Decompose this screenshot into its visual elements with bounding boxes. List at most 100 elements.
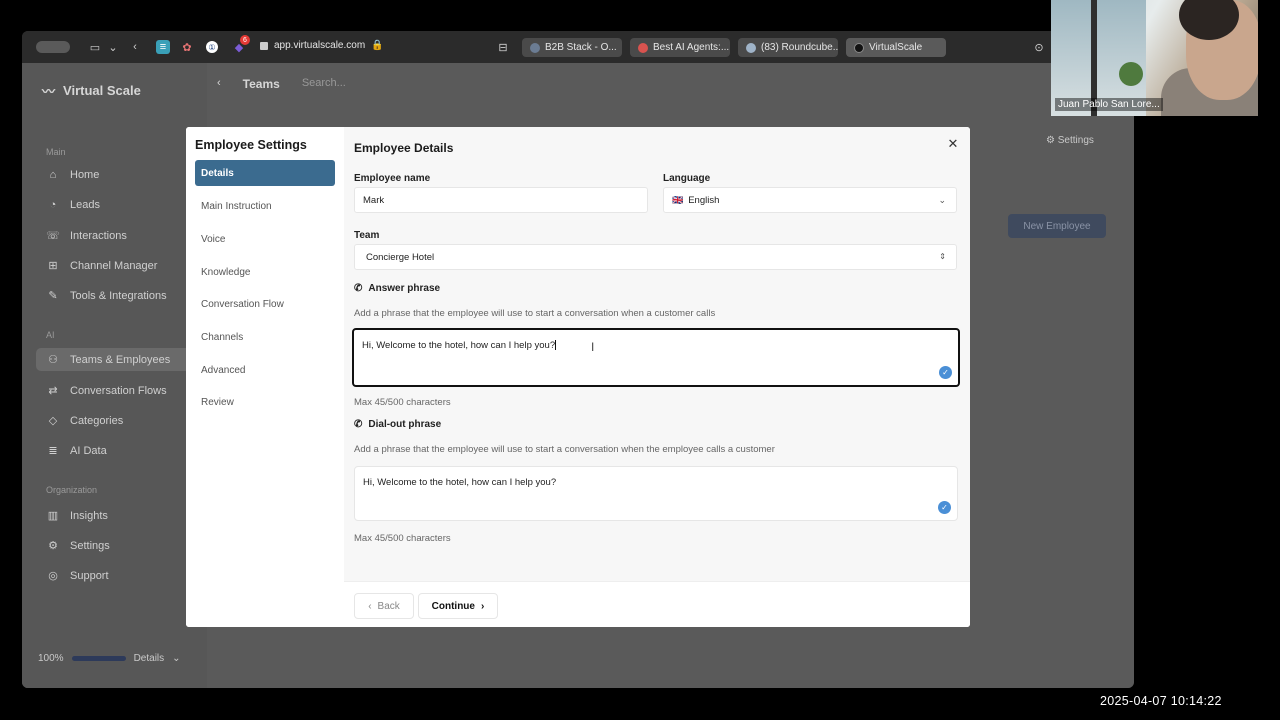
answer-phrase-value: Hi, Welcome to the hotel, how can I help… [362, 340, 556, 351]
team-select[interactable]: Concierge Hotel ⇕ [354, 244, 957, 270]
sidebar-item-settings[interactable]: ⚙ Settings [46, 539, 196, 553]
ibeam-cursor-icon: I [591, 340, 595, 354]
sidebar-toggle-icon[interactable]: ▭ [88, 40, 102, 54]
home-icon: ⌂ [49, 169, 57, 181]
close-icon[interactable]: ✕ [946, 137, 960, 151]
sidebar-item-label: Conversation Flows [70, 384, 167, 397]
chevron-down-icon: ⌄ [938, 195, 946, 205]
sidebar-item-categories[interactable]: ◇ Categories [46, 414, 196, 428]
answer-phrase-header: ✆ Answer phrase [354, 283, 440, 294]
gear-icon: ⚙ [48, 540, 58, 552]
continue-button[interactable]: Continue › [418, 593, 498, 619]
url-text: app.virtualscale.com [274, 40, 366, 51]
step-voice[interactable]: Voice [195, 226, 335, 252]
sidebar-item-insights[interactable]: ▥ Insights [46, 509, 196, 523]
support-icon: ◎ [48, 570, 58, 582]
dialout-phrase-textarea[interactable]: Hi, Welcome to the hotel, how can I help… [354, 466, 958, 521]
answer-phrase-textarea[interactable]: Hi, Welcome to the hotel, how can I help… [352, 328, 960, 387]
dialout-phrase-help: Add a phrase that the employee will use … [354, 444, 775, 455]
answer-phrase-label: Answer phrase [368, 283, 441, 294]
step-main-instruction[interactable]: Main Instruction [195, 193, 335, 219]
logo-text: Virtual Scale [63, 83, 141, 98]
browser-toolbar: ▭ ⌄ ‹ ≡ ✿ ① ◆ 6 app.virtualscale.com 🔒 ⊟… [22, 31, 1134, 63]
download-icon[interactable]: ⊙ [1032, 40, 1046, 54]
chevron-left-icon: ‹ [368, 600, 372, 612]
interactions-icon: ☏ [46, 230, 60, 242]
chevron-down-icon: ⌄ [172, 653, 181, 664]
sidebar-item-channel-manager[interactable]: ⊞ Channel Manager [46, 259, 196, 273]
sidebar-item-label: Insights [70, 509, 108, 522]
extension-icon[interactable]: ✿ [180, 40, 194, 54]
sidebar-item-support[interactable]: ◎ Support [46, 569, 196, 583]
step-conversation-flow[interactable]: Conversation Flow [195, 291, 335, 317]
sidebar-item-interactions[interactable]: ☏ Interactions [46, 229, 196, 243]
back-button[interactable]: ‹ Back [354, 593, 414, 619]
team-label: Team [354, 230, 380, 241]
password-manager-icon[interactable]: ① [206, 41, 218, 53]
extension-icon[interactable]: ≡ [156, 40, 170, 54]
sidebar-item-label: AI Data [70, 444, 107, 457]
browser-tab[interactable]: B2B Stack - O... [522, 38, 622, 57]
dialout-phrase-label: Dial-out phrase [368, 419, 442, 430]
page-title: Teams [242, 77, 280, 91]
phone-incoming-icon: ✆ [354, 283, 363, 294]
employee-name-value: Mark [363, 194, 385, 206]
tab-favicon-icon [530, 42, 540, 53]
zoom-control[interactable]: 100% Details ⌄ [38, 653, 181, 664]
reader-icon[interactable]: ⊟ [496, 40, 510, 54]
chevron-down-icon[interactable]: ⌄ [106, 40, 120, 54]
dialout-phrase-value: Hi, Welcome to the hotel, how can I help… [363, 477, 557, 488]
step-review[interactable]: Review [195, 389, 335, 415]
tab-label: Best AI Agents:... [653, 42, 730, 53]
back-arrow-icon[interactable]: ‹ [128, 40, 142, 54]
check-icon: ✓ [939, 366, 952, 379]
leads-icon: ◔ [49, 199, 57, 211]
browser-tab-active[interactable]: VirtualScale [846, 38, 946, 57]
step-channels[interactable]: Channels [195, 324, 335, 350]
zoom-bar [71, 656, 126, 661]
sidebar-item-label: Settings [70, 539, 110, 552]
sidebar-item-flows[interactable]: ⇄ Conversation Flows [46, 384, 196, 398]
tab-label: B2B Stack - O... [545, 42, 617, 53]
language-select[interactable]: 🇬🇧 English ⌄ [663, 187, 957, 213]
answer-phrase-count: Max 45/500 characters [354, 397, 451, 408]
employee-name-label: Employee name [354, 173, 431, 184]
step-details[interactable]: Details [195, 160, 335, 186]
modal-footer: ‹ Back Continue › [344, 581, 970, 627]
section-label: AI [46, 330, 55, 340]
language-value: English [688, 194, 720, 206]
employee-settings-modal: Employee Settings Details Main Instructi… [186, 127, 970, 627]
sidebar-item-label: Leads [70, 199, 100, 211]
dialout-phrase-count: Max 45/500 characters [354, 533, 451, 544]
step-advanced[interactable]: Advanced [195, 357, 335, 383]
sidebar-item-ai-data[interactable]: ≣ AI Data [46, 444, 196, 458]
settings-steps: Employee Settings Details Main Instructi… [186, 127, 344, 627]
plant [1119, 62, 1143, 86]
notification-badge: 6 [240, 35, 250, 45]
search-input[interactable]: Search... [302, 77, 346, 91]
browser-tab[interactable]: (83) Roundcube... [738, 38, 838, 57]
back-chevron-icon[interactable]: ‹ [217, 77, 221, 91]
tag-icon: ◇ [48, 415, 58, 427]
tab-favicon-icon [746, 42, 756, 53]
settings-link[interactable]: ⚙ Settings [1046, 135, 1094, 146]
step-knowledge[interactable]: Knowledge [195, 259, 335, 285]
app-topbar: ‹ Teams Search... [217, 77, 346, 91]
page-icon [260, 41, 268, 50]
sidebar-item-label: Interactions [70, 229, 127, 242]
address-bar[interactable]: app.virtualscale.com 🔒 [260, 40, 384, 51]
employee-name-field[interactable]: Mark [354, 187, 648, 213]
modal-title: Employee Settings [195, 138, 307, 152]
sidebar-item-label: Home [70, 169, 100, 181]
sidebar-item-tools[interactable]: ✎ Tools & Integrations [46, 289, 196, 303]
app-logo[interactable]: 〰 Virtual Scale [42, 81, 141, 100]
sidebar: 〰 Virtual Scale Main ⌂ Home ◔ Leads ☏ Inter… [22, 63, 207, 688]
sidebar-item-label: Support [70, 569, 109, 582]
sidebar-item-home[interactable]: ⌂ Home [46, 169, 196, 181]
new-employee-button[interactable]: New Employee [1008, 214, 1106, 238]
window-controls[interactable] [36, 41, 70, 53]
sidebar-item-leads[interactable]: ◔ Leads [46, 199, 196, 211]
database-icon: ≣ [48, 445, 58, 457]
sidebar-item-teams[interactable]: ⚇ Teams & Employees [36, 348, 198, 371]
browser-tab[interactable]: Best AI Agents:... [630, 38, 730, 57]
